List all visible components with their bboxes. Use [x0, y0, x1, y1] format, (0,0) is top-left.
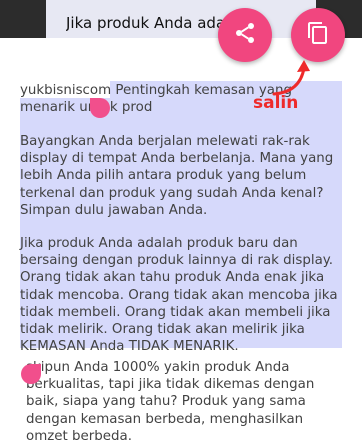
- paragraph-4[interactable]: skipun Anda 1000% yakin produk Anda berk…: [26, 359, 342, 445]
- copy-button[interactable]: [291, 8, 345, 62]
- paragraph-3[interactable]: Jika produk Anda adalah produk baru dan …: [20, 235, 342, 355]
- annotation-label: salin: [253, 93, 299, 113]
- paragraph-2[interactable]: Bayangkan Anda berjalan melewati rak-rak…: [20, 133, 342, 219]
- selection-start-handle[interactable]: [90, 98, 110, 118]
- share-icon: [233, 21, 257, 49]
- share-button[interactable]: [218, 8, 272, 62]
- annotation-arrow: [272, 60, 310, 96]
- text-sheet[interactable]: yukbisniscom Pentingkah kemasan yang men…: [0, 38, 362, 444]
- copy-icon: [306, 21, 330, 49]
- selection-end-handle[interactable]: [21, 364, 41, 384]
